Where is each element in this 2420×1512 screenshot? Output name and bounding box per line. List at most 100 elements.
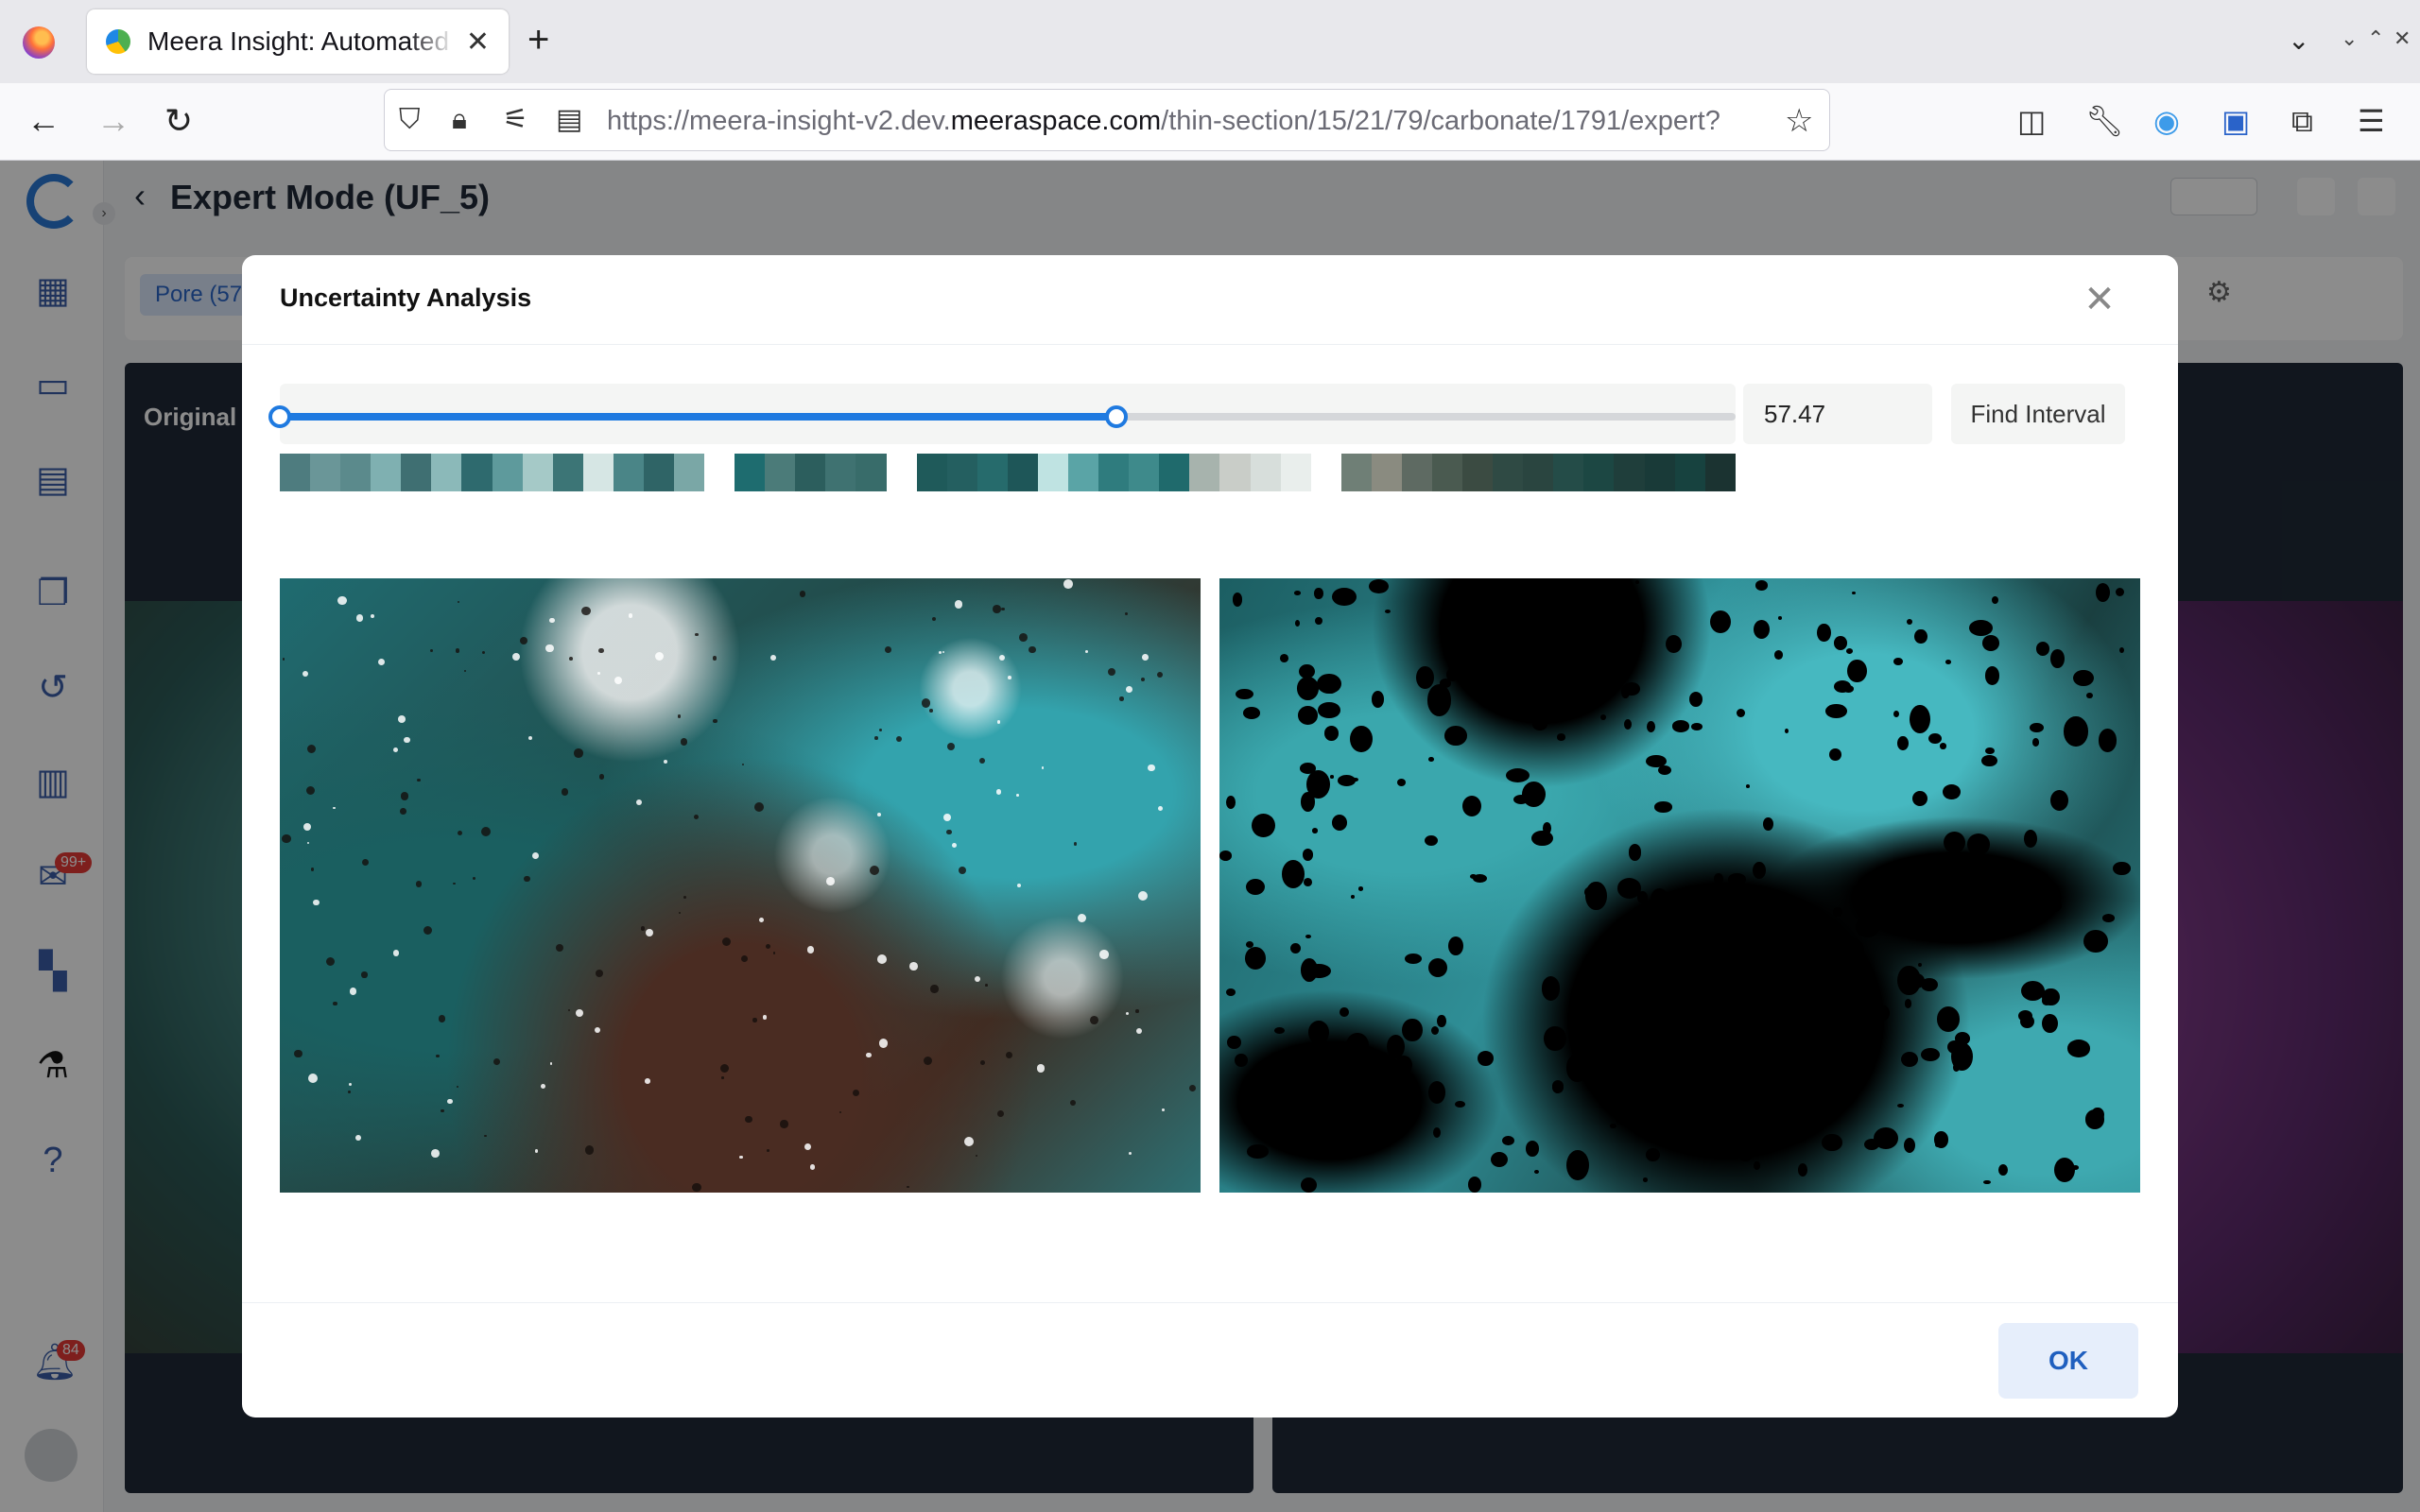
forward-icon[interactable]: →	[96, 102, 130, 140]
pore-speck	[1305, 770, 1330, 799]
grain-speck	[978, 757, 985, 764]
grain-speck	[574, 748, 583, 758]
color-swatch	[1371, 454, 1402, 491]
color-swatch	[340, 454, 372, 491]
pore-speck	[1845, 648, 1853, 655]
new-tab-icon[interactable]: +	[527, 21, 549, 59]
pore-speck	[1998, 1163, 2008, 1176]
list-all-tabs-icon[interactable]: ⌄	[2288, 25, 2309, 56]
pore-speck	[2066, 1040, 2090, 1057]
pore-speck	[1802, 1006, 1809, 1013]
grain-speck	[306, 841, 310, 844]
grain-speck	[693, 814, 699, 820]
ok-button[interactable]: OK	[1998, 1323, 2138, 1399]
pore-speck	[1511, 674, 1521, 683]
pore-speck	[1281, 859, 1305, 888]
reader-view-icon[interactable]: ▤	[556, 106, 582, 134]
pore-speck	[1448, 936, 1463, 956]
bookmark-star-icon[interactable]: ☆	[1785, 102, 1813, 140]
grain-speck	[473, 877, 476, 881]
grain-speck	[1107, 667, 1116, 677]
pore-speck	[1565, 1054, 1589, 1082]
pore-speck	[2017, 1009, 2033, 1022]
tracking-shield-icon[interactable]: ⛉	[399, 106, 421, 134]
pore-speck	[1951, 1042, 1974, 1071]
grain-speck	[1090, 1015, 1099, 1024]
pore-speck	[1943, 784, 1961, 800]
pore-speck	[1637, 1102, 1654, 1118]
pore-speck	[1437, 1015, 1446, 1027]
devtools-wrench-icon[interactable]: 🔧︎	[2085, 104, 2124, 138]
extensions-puzzle-icon[interactable]: ⧉	[2291, 104, 2313, 138]
grain-speck	[742, 763, 745, 765]
slider-max-handle[interactable]	[1105, 405, 1128, 428]
grain-speck	[1148, 764, 1155, 772]
back-icon[interactable]: ←	[26, 102, 60, 140]
pore-speck	[1298, 663, 1316, 679]
pore-speck	[1727, 872, 1746, 886]
app-menu-icon[interactable]: ☰	[2358, 104, 2385, 138]
pore-speck	[1992, 595, 1998, 604]
pore-speck	[1646, 721, 1656, 733]
pore-speck	[1755, 580, 1769, 591]
pore-speck	[2064, 716, 2088, 747]
pore-speck	[1748, 1071, 1761, 1079]
grain-speck	[628, 612, 633, 618]
slider-min-handle[interactable]	[268, 405, 291, 428]
pore-speck	[1557, 733, 1566, 741]
url-text[interactable]: https://meera-insight-v2.dev.meeraspace.…	[607, 106, 1770, 137]
pore-speck	[1373, 1079, 1387, 1088]
color-swatch	[582, 454, 614, 491]
pore-speck	[1744, 966, 1758, 975]
minimize-icon[interactable]: ⌄	[2341, 26, 2358, 51]
grain-speck	[1036, 1064, 1046, 1073]
grain-speck	[400, 792, 409, 800]
permissions-icon[interactable]: ⚟	[503, 106, 528, 134]
grain-speck	[549, 1062, 553, 1065]
pore-speck	[1314, 588, 1323, 599]
pore-speck	[2084, 1109, 2105, 1129]
grain-speck	[930, 985, 939, 993]
grain-speck	[598, 647, 604, 654]
tab-close-icon[interactable]: ✕	[466, 26, 490, 59]
pore-speck	[1928, 732, 1943, 744]
grain-speck	[712, 656, 717, 661]
pore-speck	[1654, 801, 1672, 813]
grain-speck	[943, 814, 952, 822]
grain-speck	[1063, 579, 1073, 589]
grain-speck	[540, 1083, 545, 1089]
pore-speck	[1549, 629, 1573, 651]
pore-speck	[1846, 659, 1867, 683]
grain-speck	[695, 632, 700, 637]
grain-speck	[752, 1018, 757, 1022]
lock-icon[interactable]: 🔒︎	[452, 106, 467, 134]
threshold-value-input[interactable]: 57.47	[1743, 384, 1932, 444]
grain-speck	[766, 944, 771, 950]
dialog-close-icon[interactable]: ✕	[2076, 276, 2123, 323]
pore-speck	[1921, 1048, 1941, 1062]
pore-speck	[2116, 587, 2125, 597]
pore-speck	[1713, 873, 1724, 885]
window-close-icon[interactable]: ✕	[2394, 26, 2411, 51]
firefox-menu-icon[interactable]	[23, 26, 55, 59]
pore-speck	[1339, 1006, 1349, 1018]
grain-speck	[1077, 913, 1086, 922]
find-interval-button[interactable]: Find Interval	[1951, 384, 2125, 444]
color-swatch	[856, 454, 887, 491]
maximize-icon[interactable]: ⌃	[2367, 26, 2384, 51]
color-swatch	[280, 454, 311, 491]
grain-speck	[337, 595, 347, 606]
pore-speck	[1402, 1018, 1423, 1042]
pore-speck	[1506, 768, 1530, 783]
grain-speck	[580, 606, 591, 616]
extension-2-icon[interactable]: ▣	[2221, 104, 2250, 138]
grain-speck	[683, 896, 686, 900]
grain-speck	[1128, 1151, 1132, 1155]
reload-icon[interactable]: ↻	[164, 102, 193, 140]
extension-icon[interactable]: ◉	[2153, 104, 2180, 138]
grain-speck	[826, 877, 835, 885]
pore-speck	[1896, 736, 1909, 751]
color-swatch	[795, 454, 826, 491]
browser-tab-active[interactable]: Meera Insight: Automated ✕	[87, 9, 509, 74]
pocket-icon[interactable]: ◫	[2017, 104, 2046, 138]
